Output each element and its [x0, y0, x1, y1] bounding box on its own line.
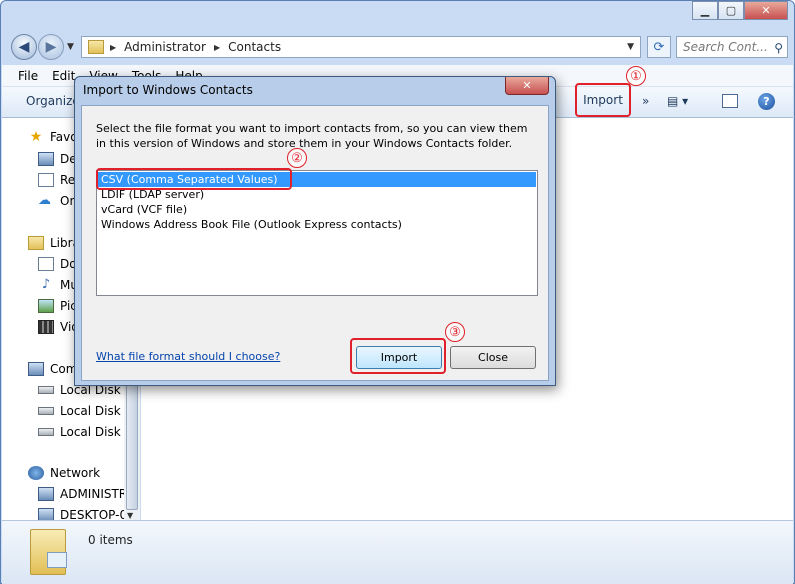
menu-edit[interactable]: Edit — [52, 69, 75, 83]
address-row: ◀ ▶ ▼ ▶ Administrator ▶ Contacts ▼ ⟳ Sea… — [9, 34, 788, 60]
back-arrow-icon: ◀ — [18, 39, 30, 55]
disk-icon — [38, 407, 54, 415]
network-computer-icon — [38, 487, 54, 501]
minimize-button[interactable]: ▁ — [692, 1, 718, 20]
nav-network-pc1[interactable]: ADMINISTRATOR — [38, 485, 124, 503]
highlight-import — [350, 338, 446, 374]
computer-icon — [28, 362, 44, 376]
step-marker-3: ③ — [445, 322, 465, 342]
breadcrumb-contacts[interactable]: Contacts — [228, 40, 281, 54]
network-icon — [28, 466, 44, 480]
pictures-icon — [38, 299, 54, 313]
help-link[interactable]: What file format should I choose? — [96, 350, 280, 363]
scroll-down-icon[interactable]: ▼ — [127, 511, 133, 520]
recent-places-icon — [38, 173, 54, 187]
more-commands-button[interactable]: » — [642, 94, 649, 108]
import-dialog: Import to Windows Contacts ✕ Select the … — [74, 76, 556, 386]
nav-label: Local Disk (D:) — [60, 404, 124, 418]
back-button[interactable]: ◀ — [11, 34, 37, 60]
chevron-right-icon[interactable]: ▶ — [110, 43, 116, 52]
organize-button[interactable]: Organize — [26, 94, 80, 108]
address-dropdown-icon[interactable]: ▼ — [627, 42, 634, 52]
nav-disk-d[interactable]: Local Disk (D:) — [38, 402, 124, 420]
step-marker-2: ② — [287, 148, 307, 168]
maximize-button[interactable]: ▢ — [718, 1, 744, 20]
step-marker-1: ① — [626, 66, 646, 86]
search-icon: ⚲ — [774, 41, 783, 55]
window-close-button[interactable]: ✕ — [744, 1, 788, 20]
format-vcard[interactable]: vCard (VCF file) — [98, 202, 536, 217]
dialog-close-x-button[interactable]: ✕ — [505, 77, 549, 95]
chevron-right-icon[interactable]: ▶ — [214, 43, 220, 52]
change-view-button[interactable]: ▤ ▾ — [667, 94, 688, 108]
disk-icon — [38, 428, 54, 436]
dialog-description: Select the file format you want to impor… — [96, 122, 528, 150]
nav-label: Local Disk (E:) — [60, 425, 124, 439]
preview-pane-icon[interactable] — [722, 94, 738, 108]
menu-file[interactable]: File — [18, 69, 38, 83]
music-icon: ♪ — [41, 277, 51, 292]
nav-network[interactable]: Network — [28, 464, 124, 482]
toolbar-import-button[interactable]: Import — [575, 83, 631, 117]
breadcrumb-administrator[interactable]: Administrator — [124, 40, 206, 54]
contacts-folder-large-icon — [30, 529, 67, 575]
star-icon: ★ — [29, 129, 43, 145]
refresh-button[interactable]: ⟳ — [647, 36, 671, 58]
details-pane: 0 items — [2, 520, 793, 584]
refresh-icon: ⟳ — [653, 39, 665, 55]
nav-label: Network — [50, 466, 101, 480]
contacts-folder-icon — [88, 40, 104, 54]
cloud-icon: ☁ — [38, 193, 51, 208]
address-bar[interactable]: ▶ Administrator ▶ Contacts ▼ — [81, 36, 641, 58]
search-input[interactable]: Search Cont... ⚲ — [676, 36, 788, 58]
dialog-title: Import to Windows Contacts — [83, 83, 253, 97]
close-button[interactable]: Close — [450, 346, 536, 369]
libraries-icon — [28, 236, 44, 250]
forward-arrow-icon: ▶ — [45, 39, 57, 55]
contact-card-icon — [47, 552, 67, 568]
desktop-icon — [38, 152, 54, 166]
highlight-csv — [96, 168, 292, 190]
documents-icon — [38, 257, 54, 271]
format-wab[interactable]: Windows Address Book File (Outlook Expre… — [98, 217, 536, 232]
recent-pages-dropdown-icon[interactable]: ▼ — [67, 42, 74, 52]
help-icon[interactable]: ? — [758, 93, 775, 110]
window-controls: ▁ ▢ ✕ — [692, 1, 788, 20]
dialog-body: Select the file format you want to impor… — [81, 105, 549, 381]
videos-icon — [38, 320, 54, 334]
item-count: 0 items — [88, 533, 133, 547]
nav-label: ADMINISTRATOR — [60, 487, 124, 501]
nav-disk-e[interactable]: Local Disk (E:) — [38, 423, 124, 441]
search-placeholder: Search Cont... — [683, 40, 768, 54]
forward-button[interactable]: ▶ — [38, 34, 64, 60]
disk-icon — [38, 386, 54, 394]
